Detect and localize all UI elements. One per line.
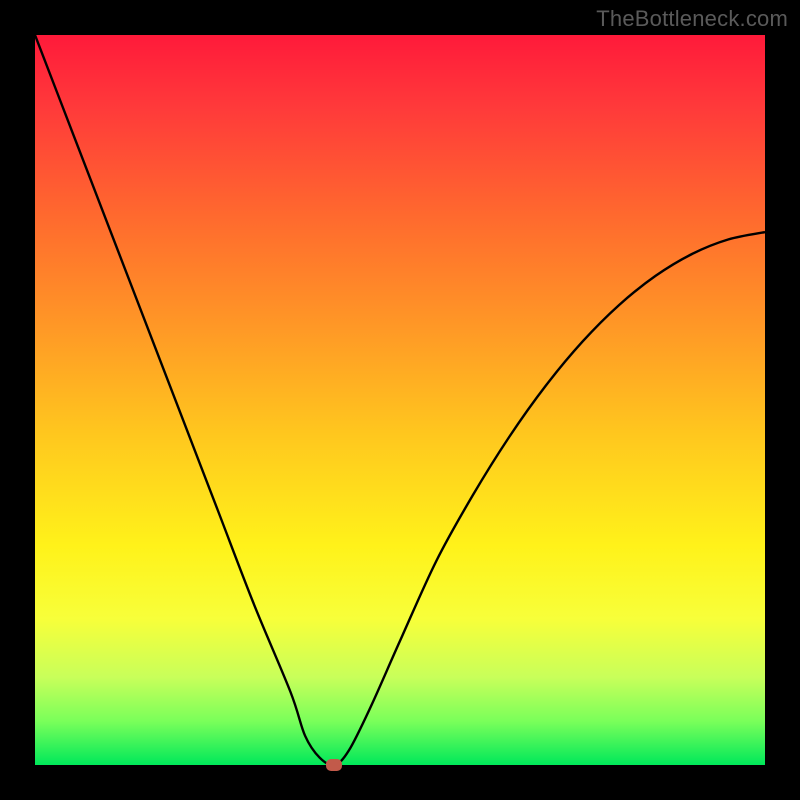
chart-frame: TheBottleneck.com xyxy=(0,0,800,800)
plot-area xyxy=(35,35,765,765)
bottleneck-curve xyxy=(35,35,765,765)
curve-path xyxy=(35,35,765,765)
optimal-point-marker xyxy=(326,759,342,771)
watermark-text: TheBottleneck.com xyxy=(596,6,788,32)
